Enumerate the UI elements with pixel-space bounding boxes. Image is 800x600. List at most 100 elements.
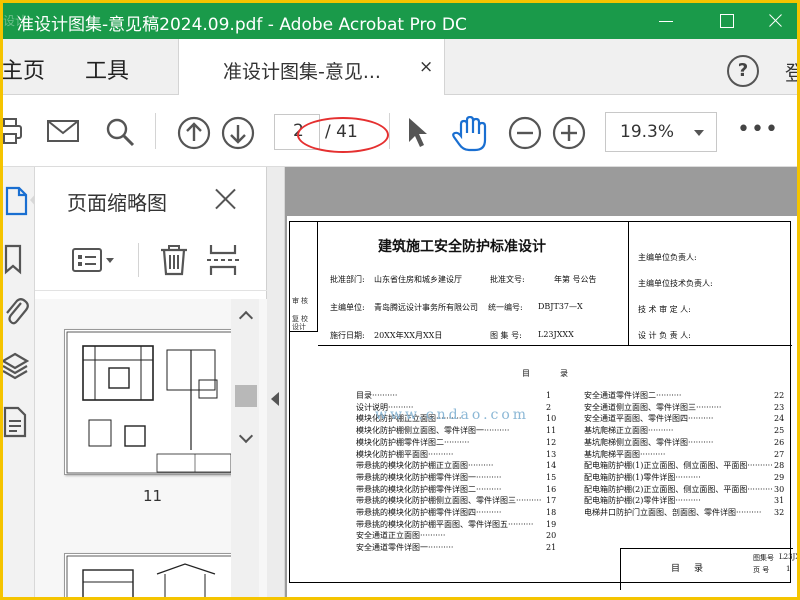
toc-entry-title: 配电箱防护棚(1)正立面图、侧立面图、平面图·········· <box>584 461 773 471</box>
tab-document[interactable]: 准设计图集-意见... × <box>178 39 445 95</box>
approval-side-column: 审 核 复 校 设计 <box>290 222 318 332</box>
thumbnail-scrollbar[interactable] <box>231 299 259 597</box>
more-icon[interactable]: ••• <box>737 117 779 142</box>
footer-title-block: 目录 图集号 L23JX 页 号 1 <box>620 548 797 590</box>
window-title: 准设计图集-意见稿2024.09.pdf - Adobe Acrobat Pro… <box>17 15 467 35</box>
toc-entry-page: 31 <box>774 496 785 506</box>
responsible-field: 主编单位负责人: <box>638 253 697 262</box>
title-bar: 设计 准设计图集-意见稿2024.09.pdf - Adobe Acrobat … <box>3 3 797 39</box>
cursor-icon[interactable] <box>405 116 429 150</box>
page-up-icon[interactable] <box>177 116 211 150</box>
search-icon[interactable] <box>104 116 136 148</box>
document-icon[interactable] <box>3 405 29 439</box>
title-block-divider <box>628 222 629 346</box>
effective-date-value: 20XX年XX月XX日 <box>374 331 443 340</box>
toc-entry-page: 28 <box>774 461 785 471</box>
zoom-value: 19.3% <box>620 122 675 142</box>
zoom-out-icon[interactable] <box>508 116 542 150</box>
collapse-panel-icon[interactable] <box>271 392 279 406</box>
document-view[interactable]: 审 核 复 校 设计 建筑施工安全防护标准设计 批准部门: 山东省住房和城乡建设… <box>285 167 797 597</box>
toc-entry-page: 25 <box>774 426 785 436</box>
toc-entry-title: 带悬挑的模块化防护棚零件详图二·········· <box>356 484 502 494</box>
toc-entry-title: 模块化防护棚平面图·········· <box>356 449 454 459</box>
print-icon[interactable] <box>3 116 25 146</box>
footer-page-value: 1 <box>786 565 791 573</box>
toc-entry-page: 17 <box>546 496 557 506</box>
toc-entry-title: 模块化防护棚侧立面图、零件详图一·········· <box>356 426 510 436</box>
maximize-button[interactable] <box>703 3 749 39</box>
toc-entry-page: 27 <box>774 449 785 459</box>
document-tab-label: 准设计图集-意见... <box>223 61 381 83</box>
page-thumbnail[interactable] <box>64 553 235 597</box>
editor-unit-label: 主编单位: <box>330 303 365 312</box>
side-label: 核 <box>301 297 308 305</box>
watermark: www.cndao.com <box>375 407 530 423</box>
page-thumbnail[interactable] <box>64 329 235 475</box>
toc-entry-title: 安全通道侧立面图、零件详图三·········· <box>584 402 722 412</box>
toolbar-separator <box>389 113 390 149</box>
layers-icon[interactable] <box>3 351 29 383</box>
toc-entry-page: 22 <box>774 391 785 400</box>
unified-no-label: 统一编号: <box>488 303 523 312</box>
side-label: 设计 <box>292 323 306 331</box>
close-window-button[interactable] <box>751 3 797 39</box>
toc-entry-page: 1 <box>546 391 552 400</box>
toc-entry-page: 12 <box>546 437 557 447</box>
panel-collapse-strip[interactable] <box>267 167 285 597</box>
toolbar: 2 / 41 19.3% ••• <box>3 95 797 167</box>
minimize-button[interactable] <box>643 3 689 39</box>
toc-entry-title: 带悬挑的模块化防护棚零件详图一·········· <box>356 472 502 482</box>
thumbnail-list[interactable]: 11 <box>35 299 267 597</box>
toc-title: 目录 <box>522 369 598 378</box>
chevron-down-icon <box>694 130 704 136</box>
help-icon[interactable]: ? <box>727 55 759 87</box>
page-thumbnails-icon[interactable] <box>3 185 29 217</box>
scrollbar-thumb[interactable] <box>235 385 257 407</box>
hand-icon[interactable] <box>451 116 489 152</box>
responsible-field: 设 计 负 责 人: <box>638 331 691 340</box>
atlas-no-label: 图 集 号: <box>490 331 522 340</box>
toc-entry-page: 13 <box>546 449 557 459</box>
zoom-dropdown[interactable]: 19.3% <box>605 112 717 152</box>
toolbar-separator <box>155 113 156 149</box>
toc-entry-page: 24 <box>774 414 785 424</box>
zoom-in-icon[interactable] <box>552 116 586 150</box>
toc-entry-title: 安全通道平面图、零件详图四·········· <box>584 414 714 424</box>
attachment-icon[interactable] <box>3 295 29 327</box>
responsible-field: 技 术 审 定 人: <box>638 305 691 314</box>
drawing-set-title: 建筑施工安全防护标准设计 <box>378 239 546 255</box>
toc-entry-page: 30 <box>774 484 785 494</box>
toc-entry-title: 配电箱防护棚(2)零件详图·········· <box>584 496 701 506</box>
toc-entry-page: 21 <box>546 543 557 553</box>
responsible-field: 主编单位技术负责人: <box>638 279 713 288</box>
tab-home[interactable]: 主页 <box>3 53 45 85</box>
panel-toolbar-separator <box>138 243 139 277</box>
extract-page-icon[interactable] <box>207 243 241 277</box>
navigation-rail <box>3 167 38 597</box>
toc-entry-page: 19 <box>546 519 557 529</box>
red-annotation-ellipse <box>297 117 389 153</box>
approve-dept-label: 批准部门: <box>330 275 365 284</box>
toc-entry-page: 29 <box>774 472 785 482</box>
toc-entry-title: 配电箱防护棚(2)正立面图、侧立面图、平面图·········· <box>584 484 773 494</box>
bookmark-icon[interactable] <box>3 243 29 275</box>
toc-entry-page: 18 <box>546 508 557 517</box>
delete-page-icon[interactable] <box>159 243 189 277</box>
mail-icon[interactable] <box>46 116 80 146</box>
toc-entry-title: 目录·········· <box>356 391 398 400</box>
close-icon[interactable] <box>211 185 239 213</box>
app-window: 设计 准设计图集-意见稿2024.09.pdf - Adobe Acrobat … <box>3 3 797 597</box>
tab-tools[interactable]: 工具 <box>85 53 129 85</box>
toc-entry-page: 16 <box>546 484 557 494</box>
sign-in-link[interactable]: 登 <box>785 57 797 86</box>
close-tab-icon[interactable]: × <box>419 57 433 77</box>
toc-entry-page: 26 <box>774 437 785 447</box>
thumbnails-panel: 页面缩略图 11 <box>35 167 267 597</box>
thumbnail-options-icon[interactable] <box>71 247 117 275</box>
toc-entry-page: 11 <box>546 426 557 436</box>
approve-dept-value: 山东省住房和城乡建设厅 <box>374 275 462 284</box>
page-down-icon[interactable] <box>221 116 255 150</box>
toc-entry-page: 23 <box>774 402 785 412</box>
footer-title: 目录 <box>671 564 718 574</box>
tab-bar: 主页 工具 准设计图集-意见... × ? 登 <box>3 39 797 95</box>
